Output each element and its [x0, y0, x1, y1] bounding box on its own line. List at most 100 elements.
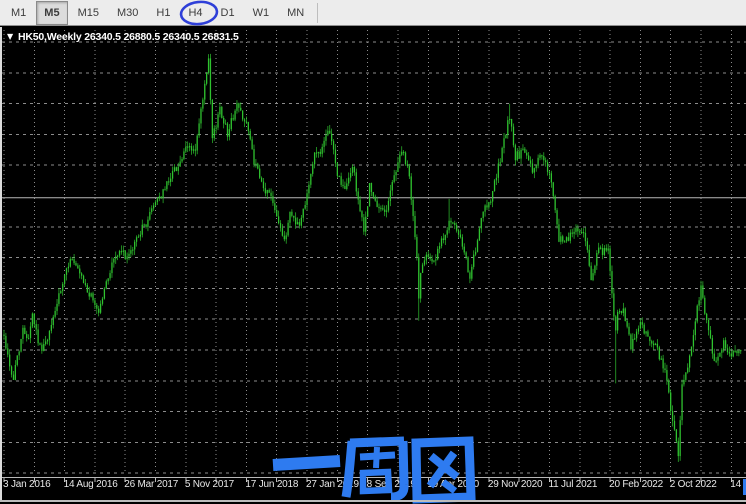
candle-body	[168, 181, 169, 182]
candle-body	[58, 293, 59, 304]
candlestick-chart[interactable]	[0, 27, 746, 504]
candle-body	[655, 344, 656, 345]
candle-body	[170, 179, 171, 182]
candle-body	[407, 164, 408, 166]
candle-body	[265, 188, 266, 193]
candle-body	[238, 103, 239, 108]
time-axis-label: 17 Jun 2018	[245, 479, 298, 490]
candle-body	[488, 202, 489, 207]
candle-body	[420, 273, 421, 299]
candle-body	[83, 276, 84, 283]
candle-body	[411, 176, 412, 199]
grid	[2, 30, 746, 473]
candle-body	[109, 273, 110, 278]
time-axis-label: 2 Oct 2022	[670, 479, 717, 490]
candle-body	[371, 183, 372, 192]
time-axis-label: 20 Feb 2022	[609, 479, 663, 490]
candle-body	[11, 366, 12, 374]
candle-body	[276, 210, 277, 216]
candle-body	[439, 246, 440, 249]
candle-body	[263, 182, 264, 189]
candle-body	[606, 248, 607, 251]
candle-body	[386, 211, 387, 212]
time-axis-label: 14 Aug 2016	[64, 479, 118, 490]
candle-body	[352, 167, 353, 173]
candle-body	[278, 216, 279, 223]
candle-body	[339, 176, 340, 177]
candle-body	[301, 218, 302, 226]
candle-body	[236, 103, 237, 111]
candle-body	[513, 127, 514, 146]
candle-body	[17, 355, 18, 365]
candle-body	[454, 223, 455, 225]
candle-body	[486, 205, 487, 207]
timeframe-button-mn[interactable]: MN	[279, 1, 312, 25]
candle-body	[405, 153, 406, 165]
candle-body	[715, 361, 716, 362]
candle-body	[426, 255, 427, 261]
timeframe-button-h4[interactable]: H4	[180, 1, 210, 25]
candle-body	[522, 149, 523, 150]
candle-body	[602, 248, 603, 255]
candle-body	[297, 222, 298, 224]
time-axis[interactable]: 3 Jan 201614 Aug 201626 Mar 20175 Nov 20…	[0, 479, 746, 497]
timeframe-button-m5[interactable]: M5	[36, 1, 67, 25]
candle-body	[64, 275, 65, 284]
candle-body	[54, 311, 55, 317]
candle-body	[575, 228, 576, 232]
candle-body	[500, 162, 501, 163]
timeframe-button-m1[interactable]: M1	[3, 1, 34, 25]
timeframe-button-m30[interactable]: M30	[109, 1, 146, 25]
candle-body	[558, 224, 559, 241]
chart-menu-icon[interactable]: ▼	[7, 32, 13, 41]
candle-body	[547, 162, 548, 172]
candle-body	[176, 167, 177, 171]
candle-body	[303, 209, 304, 218]
candle-body	[159, 196, 160, 198]
candle-body	[20, 339, 21, 352]
candle-body	[441, 238, 442, 246]
candle-body	[270, 193, 271, 196]
candle-body	[649, 337, 650, 341]
candle-body	[233, 118, 234, 119]
timeframe-button-m15[interactable]: M15	[70, 1, 107, 25]
candle-body	[729, 352, 730, 353]
candle-body	[26, 334, 27, 338]
candle-body	[102, 299, 103, 304]
candle-body	[611, 271, 612, 293]
candle-body	[473, 255, 474, 267]
candle-body	[526, 153, 527, 156]
candle-body	[89, 293, 90, 297]
candle-body	[227, 124, 228, 137]
candle-body	[333, 141, 334, 149]
candle-body	[541, 155, 542, 156]
candle-body	[492, 191, 493, 202]
candle-body	[149, 212, 150, 220]
candle-body	[346, 183, 347, 189]
candle-body	[704, 298, 705, 314]
candle-body	[53, 317, 54, 325]
candle-body	[3, 335, 4, 336]
chart-area[interactable]: ▼HK50,Weekly 26340.5 26880.5 26340.5 268…	[0, 27, 746, 504]
candle-body	[564, 241, 565, 242]
candle-body	[390, 191, 391, 201]
window-left-border	[0, 27, 2, 500]
timeframe-button-d1[interactable]: D1	[213, 1, 243, 25]
timeframe-button-h1[interactable]: H1	[148, 1, 178, 25]
candle-body	[702, 285, 703, 297]
candle-body	[428, 255, 429, 257]
candle-body	[5, 336, 6, 348]
candle-body	[623, 308, 624, 313]
candle-body	[189, 146, 190, 147]
candle-body	[725, 340, 726, 348]
candle-body	[121, 251, 122, 252]
candle-body	[272, 196, 273, 203]
candle-body	[32, 314, 33, 327]
candle-body	[515, 145, 516, 160]
candle-body	[361, 211, 362, 217]
candle-body	[164, 189, 165, 190]
candle-body	[437, 249, 438, 259]
timeframe-button-w1[interactable]: W1	[245, 1, 278, 25]
time-axis-label: 14	[730, 479, 741, 490]
candle-body	[534, 168, 535, 172]
